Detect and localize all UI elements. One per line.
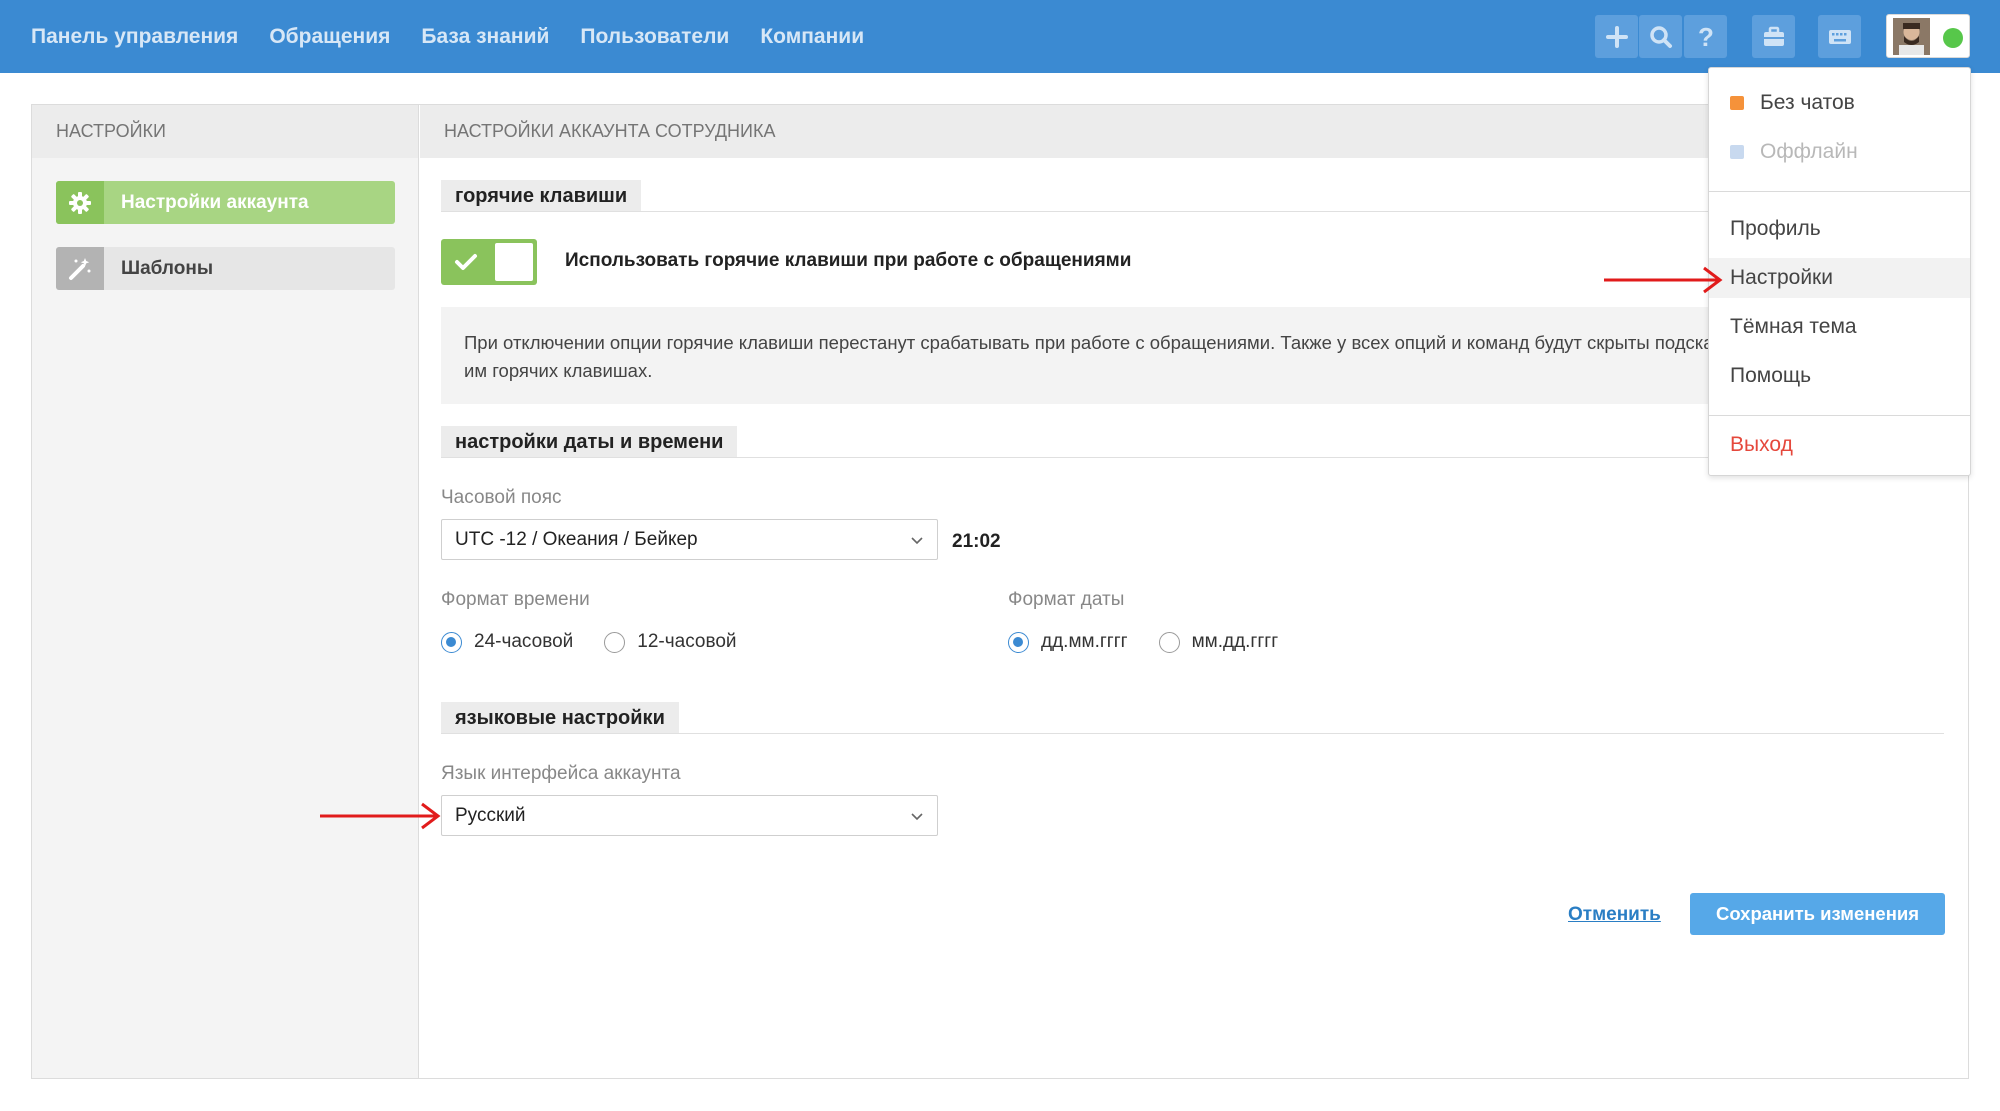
menu-item-dark-theme[interactable]: Тёмная тема — [1709, 307, 1970, 347]
radio-button[interactable] — [604, 631, 626, 653]
radio-button[interactable] — [1008, 631, 1029, 653]
section-divider — [441, 733, 1944, 734]
keyboard-button[interactable] — [1818, 15, 1861, 58]
nav-knowledge-base[interactable]: База знаний — [421, 25, 549, 49]
avatar — [1893, 18, 1930, 55]
user-menu-toggle[interactable] — [1886, 14, 1970, 58]
radio-button[interactable] — [441, 631, 462, 653]
svg-text:?: ? — [1698, 24, 1714, 50]
time-format-options: 24-часовой 12-часовой — [441, 631, 768, 653]
chevron-down-icon — [911, 813, 923, 821]
nav-tickets[interactable]: Обращения — [269, 25, 390, 49]
menu-item-profile[interactable]: Профиль — [1709, 209, 1970, 249]
menu-item-help[interactable]: Помощь — [1709, 356, 1970, 396]
top-navigation-bar: Панель управления Обращения База знаний … — [0, 0, 2000, 73]
radio-dd-mm-yyyy[interactable]: дд.мм.гггг — [1008, 631, 1128, 653]
radio-mm-dd-yyyy[interactable]: мм.дд.гггг — [1158, 631, 1279, 653]
check-icon — [455, 254, 477, 270]
menu-divider — [1709, 415, 1970, 416]
user-dropdown-menu: Без чатов Оффлайн Профиль Настройки Тёмн… — [1708, 67, 1971, 476]
status-no-chats[interactable]: Без чатов — [1709, 83, 1970, 123]
search-button[interactable] — [1639, 15, 1682, 58]
briefcase-button[interactable] — [1752, 15, 1795, 58]
section-title-hotkeys: горячие клавиши — [441, 180, 642, 212]
status-label: Без чатов — [1760, 91, 1855, 114]
briefcase-icon — [1763, 26, 1784, 46]
radio-label: мм.дд.гггг — [1191, 631, 1279, 652]
current-time: 21:02 — [952, 531, 1001, 552]
date-format-options: дд.мм.гггг мм.дд.гггг — [1008, 631, 1309, 653]
settings-content: горячие клавиши Использовать горячие кла… — [31, 104, 1969, 1079]
annotation-arrow-language — [320, 802, 441, 830]
language-value: Русский — [455, 804, 526, 826]
plus-icon — [1605, 25, 1628, 48]
radio-label: 12-часовой — [637, 631, 737, 652]
radio-label: дд.мм.гггг — [1041, 631, 1128, 652]
cancel-link[interactable]: Отменить — [1568, 904, 1661, 926]
status-color-swatch — [1730, 145, 1744, 159]
radio-label: 24-часовой — [474, 631, 574, 652]
radio-12h[interactable]: 12-часовой — [604, 631, 737, 653]
save-changes-button[interactable]: Сохранить изменения — [1690, 893, 1945, 935]
chevron-down-icon — [911, 537, 923, 545]
status-label: Оффлайн — [1760, 140, 1858, 163]
timezone-select[interactable]: UTC -12 / Океания / Бейкер — [441, 519, 938, 560]
section-title-language: языковые настройки — [441, 702, 679, 734]
online-status-indicator — [1943, 28, 1963, 48]
search-icon — [1649, 25, 1672, 48]
nav-companies[interactable]: Компании — [760, 25, 864, 49]
radio-24h[interactable]: 24-часовой — [441, 631, 573, 653]
hotkeys-toggle-label: Использовать горячие клавиши при работе … — [565, 250, 1132, 271]
menu-item-settings[interactable]: Настройки — [1709, 258, 1970, 298]
status-offline[interactable]: Оффлайн — [1709, 132, 1970, 172]
menu-item-logout[interactable]: Выход — [1709, 425, 1970, 465]
keyboard-icon — [1828, 29, 1851, 44]
status-color-swatch — [1730, 96, 1744, 110]
language-label: Язык интерфейса аккаунта — [441, 763, 681, 784]
nav-users[interactable]: Пользователи — [580, 25, 729, 49]
timezone-value: UTC -12 / Океания / Бейкер — [455, 528, 698, 550]
nav-dashboard[interactable]: Панель управления — [31, 25, 238, 49]
annotation-arrow-settings — [1604, 266, 1723, 294]
section-title-datetime: настройки даты и времени — [441, 426, 738, 458]
language-select[interactable]: Русский — [441, 795, 938, 836]
date-format-label: Формат даты — [1008, 589, 1125, 610]
main-nav: Панель управления Обращения База знаний … — [31, 0, 895, 73]
help-icon: ? — [1698, 24, 1714, 50]
toggle-knob — [495, 243, 533, 281]
timezone-label: Часовой пояс — [441, 487, 562, 508]
hotkeys-toggle[interactable] — [441, 239, 537, 285]
menu-divider — [1709, 191, 1970, 192]
add-button[interactable] — [1595, 15, 1638, 58]
help-button[interactable]: ? — [1684, 15, 1727, 58]
time-format-label: Формат времени — [441, 589, 590, 610]
radio-button[interactable] — [1158, 631, 1180, 653]
